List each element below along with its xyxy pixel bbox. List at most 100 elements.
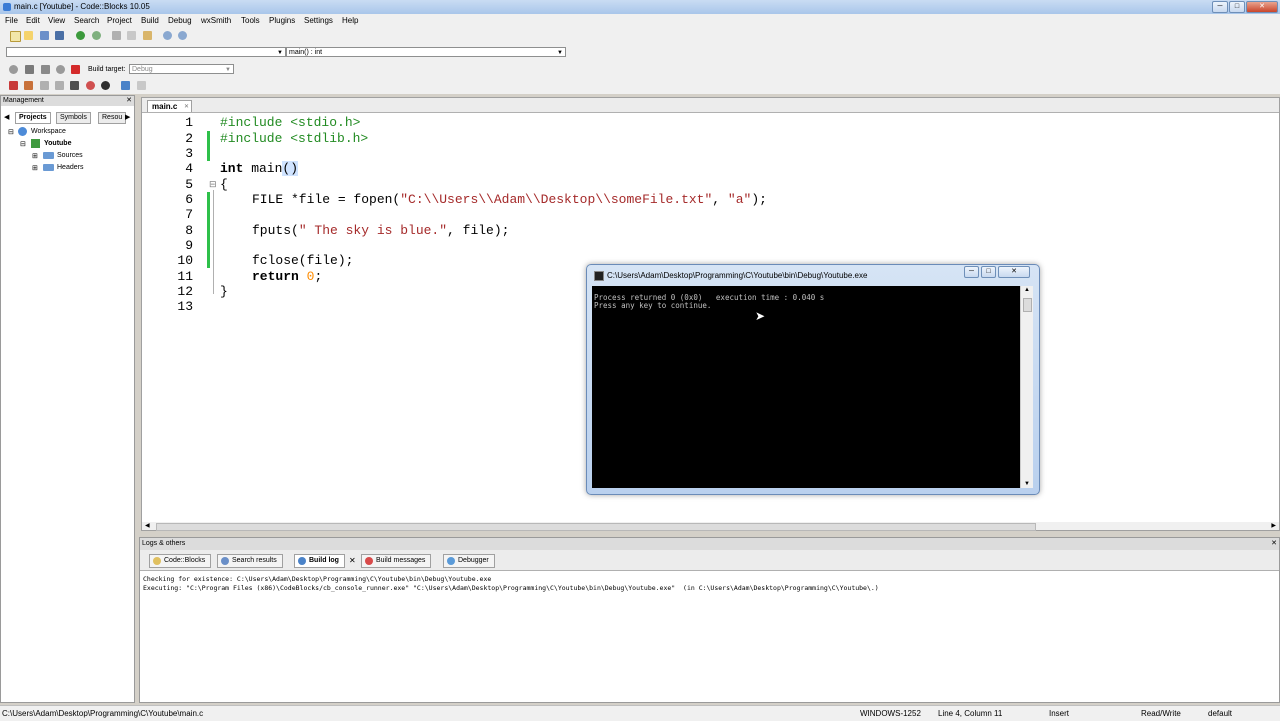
tab-symbols[interactable]: Symbols [56, 112, 91, 124]
find-icon[interactable] [163, 31, 172, 40]
info-icon[interactable] [121, 81, 130, 90]
menu-file[interactable]: File [5, 16, 18, 25]
build-target-combo[interactable]: Debug ▼ [129, 64, 234, 74]
code-text: FILE *file = fopen( [252, 192, 401, 207]
undo-icon[interactable] [76, 31, 85, 40]
change-marker [207, 131, 210, 161]
rebuild-icon[interactable] [56, 65, 65, 74]
menu-wxsmith[interactable]: wxSmith [201, 16, 231, 25]
menu-edit[interactable]: Edit [26, 16, 40, 25]
tree-headers[interactable]: Headers [57, 164, 83, 171]
save-all-icon[interactable] [55, 31, 64, 40]
line-number: 4 [185, 161, 193, 176]
tree-expand-icon[interactable]: ⊞ [32, 164, 38, 172]
scroll-left-icon[interactable]: ◀ [145, 522, 150, 529]
build-gear-icon[interactable] [9, 65, 18, 74]
status-theme: default [1208, 709, 1233, 718]
build-and-run-icon[interactable] [41, 65, 50, 74]
tree-workspace[interactable]: Workspace [31, 128, 66, 135]
debug-windows-icon[interactable] [101, 81, 110, 90]
console-close-button[interactable]: ✕ [998, 266, 1030, 278]
save-icon[interactable] [40, 31, 49, 40]
console-minimize-button[interactable]: ─ [964, 266, 979, 278]
cut-icon[interactable] [112, 31, 121, 40]
line-number: 6 [185, 192, 193, 207]
redo-icon[interactable] [92, 31, 101, 40]
line-number: 1 [185, 115, 193, 130]
scope-combo[interactable]: ▼ [6, 47, 286, 57]
close-tab-icon[interactable]: ✕ [184, 101, 189, 113]
menu-project[interactable]: Project [107, 16, 132, 25]
menu-settings[interactable]: Settings [304, 16, 333, 25]
fold-collapse-icon[interactable]: ⊟ [209, 179, 217, 190]
abort-icon[interactable] [71, 65, 80, 74]
logs-header: Logs & others ✕ [140, 538, 1279, 550]
step-into-icon[interactable] [55, 81, 64, 90]
tab-projects[interactable]: Projects [15, 112, 51, 124]
console-window[interactable]: C:\Users\Adam\Desktop\Programming\C\Yout… [586, 264, 1040, 495]
tab-build-messages[interactable]: Build messages [361, 554, 432, 568]
run-to-cursor-icon[interactable] [24, 81, 33, 90]
open-icon[interactable] [24, 31, 33, 40]
tab-search-results[interactable]: Search results [217, 554, 283, 568]
debug-toolbar [0, 78, 1280, 94]
scroll-right-icon[interactable]: ▶ [1271, 522, 1276, 529]
minimize-button[interactable]: ─ [1212, 1, 1228, 13]
paste-icon[interactable] [143, 31, 152, 40]
tab-codeblocks[interactable]: Code::Blocks [149, 554, 212, 568]
maximize-button[interactable]: □ [1229, 1, 1245, 13]
app-icon [3, 3, 11, 11]
scroll-up-icon[interactable]: ▲ [1024, 287, 1030, 293]
tab-debugger[interactable]: Debugger [443, 554, 495, 568]
scroll-thumb[interactable] [1023, 298, 1032, 312]
menu-build[interactable]: Build [141, 16, 159, 25]
close-icon[interactable]: ✕ [126, 96, 132, 106]
tree-project-youtube[interactable]: Youtube [44, 140, 71, 147]
menu-plugins[interactable]: Plugins [269, 16, 295, 25]
tree-expand-icon[interactable]: ⊞ [32, 152, 38, 160]
log-line: Checking for existence: C:\Users\Adam\De… [143, 575, 492, 583]
chevron-down-icon: ▼ [225, 67, 231, 73]
scroll-thumb[interactable] [156, 523, 1036, 531]
file-tab-main-c[interactable]: main.c ✕ [147, 100, 192, 112]
tab-build-log[interactable]: Build log [294, 554, 345, 568]
step-out-icon[interactable] [70, 81, 79, 90]
replace-icon[interactable] [178, 31, 187, 40]
stop-debug-icon[interactable] [86, 81, 95, 90]
menu-tools[interactable]: Tools [241, 16, 260, 25]
various-info-icon[interactable] [137, 81, 146, 90]
menu-help[interactable]: Help [342, 16, 358, 25]
editor-horizontal-scrollbar[interactable]: ◀ ▶ [142, 522, 1279, 531]
new-file-icon[interactable] [10, 31, 21, 42]
tab-scroll-left-icon[interactable]: ◀ [4, 113, 9, 121]
line-number: 13 [177, 299, 193, 314]
management-title: Management [3, 97, 44, 104]
tab-scroll-right-icon[interactable]: ▶ [125, 113, 130, 121]
next-line-icon[interactable] [40, 81, 49, 90]
console-vertical-scrollbar[interactable]: ▲ ▼ [1020, 286, 1033, 488]
menu-view[interactable]: View [48, 16, 65, 25]
debug-icon[interactable] [9, 81, 18, 90]
tree-sources[interactable]: Sources [57, 152, 83, 159]
function-combo[interactable]: main() : int ▼ [286, 47, 566, 57]
mouse-cursor-icon: ➤ [755, 309, 766, 323]
menu-search[interactable]: Search [74, 16, 99, 25]
close-tab-icon[interactable]: ✕ [349, 556, 356, 565]
console-output[interactable]: Process returned 0 (0x0) execution time … [592, 286, 1020, 488]
close-button[interactable]: ✕ [1246, 1, 1278, 13]
run-icon[interactable] [25, 65, 34, 74]
tree-collapse-icon[interactable]: ⊟ [20, 140, 26, 148]
scroll-down-icon[interactable]: ▼ [1024, 481, 1030, 487]
change-marker [207, 192, 210, 268]
file-tab-label: main.c [152, 102, 178, 111]
close-icon[interactable]: ✕ [1271, 538, 1277, 550]
menu-debug[interactable]: Debug [168, 16, 192, 25]
copy-icon[interactable] [127, 31, 136, 40]
logs-panel: Logs & others ✕ Code::Blocks Search resu… [139, 537, 1280, 703]
tree-collapse-icon[interactable]: ⊟ [8, 128, 14, 136]
tab-resources[interactable]: Resou [98, 112, 127, 124]
debugger-icon [447, 557, 455, 565]
console-title: C:\Users\Adam\Desktop\Programming\C\Yout… [607, 271, 868, 280]
main-toolbar [0, 28, 1280, 44]
console-maximize-button[interactable]: □ [981, 266, 996, 278]
